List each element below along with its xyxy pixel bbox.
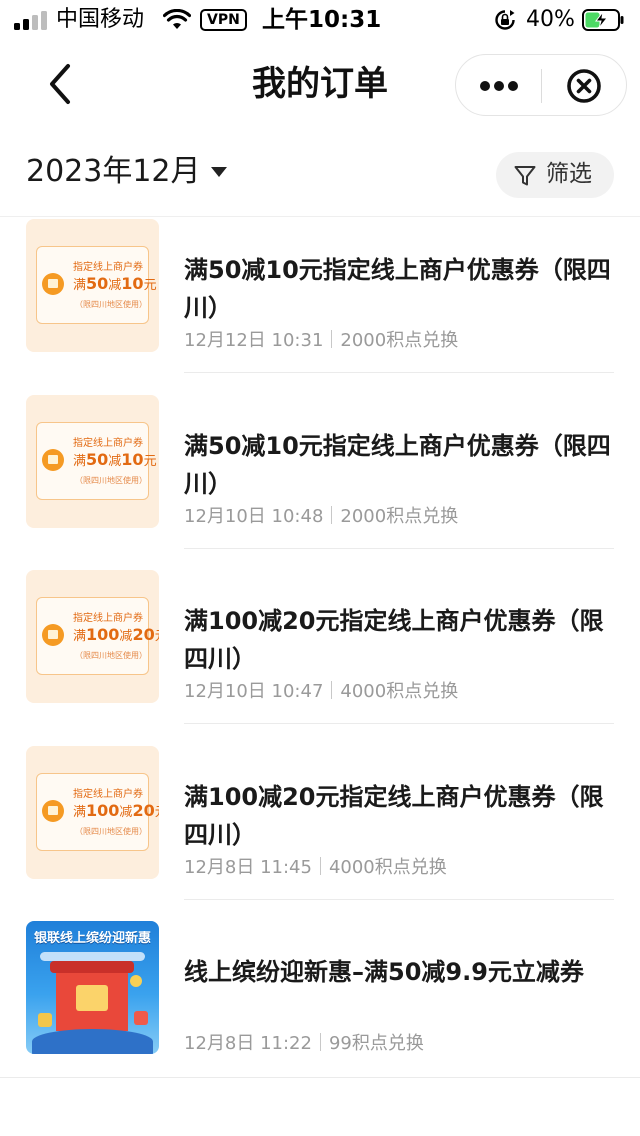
filter-button[interactable]: 筛选 [496,152,614,198]
filter-row: 2023年12月 筛选 [0,140,640,204]
order-item[interactable]: 指定线上商户券 满100减20元 （限四川地区使用） 满100减20元指定线上商… [0,570,640,746]
coupon-card: 指定线上商户券 满50减10元 （限四川地区使用） [36,422,157,500]
back-button[interactable] [40,60,80,108]
order-title: 满50减10元指定线上商户优惠券（限四川） [184,256,611,322]
nav-bar: 我的订单 [0,40,640,130]
divider [184,899,614,900]
close-button[interactable] [542,55,628,115]
order-title: 线上缤纷迎新惠–满50减9.9元立减券 [184,958,584,986]
battery-percent: 40% [526,7,575,32]
cellular-signal-icon [14,10,48,30]
status-time: 上午10:31 [262,7,382,33]
divider [184,372,614,373]
gift-box-icon [42,273,64,295]
order-date: 12月8日 11:45 [184,857,312,878]
divider [184,723,614,724]
caret-down-icon [210,167,227,177]
gift-box-icon [42,800,64,822]
coupon-region: （限四川地区使用） [75,827,147,836]
coupon-thumbnail: 指定线上商户券 满100减20元 （限四川地区使用） [26,746,159,879]
coupon-amount: 满100减20元 [73,801,159,821]
order-title: 满100减20元指定线上商户优惠券（限四川） [184,607,604,673]
order-date: 12月8日 11:22 [184,1033,312,1054]
gift-box-icon [38,1013,52,1027]
coupon-card: 指定线上商户券 满100减20元 （限四川地区使用） [36,597,159,675]
order-item[interactable]: 指定线上商户券 满50减10元 （限四川地区使用） 满50减10元指定线上商户优… [0,219,640,395]
coin-icon [130,975,142,987]
order-points: 2000积点兑换 [340,330,459,351]
coupon-card: 指定线上商户券 满50减10元 （限四川地区使用） [36,246,157,324]
order-meta: 12月10日 10:47 4000积点兑换 [184,679,458,705]
order-title: 满100减20元指定线上商户优惠券（限四川） [184,783,604,849]
coupon-amount: 满50减10元 [73,450,157,470]
gift-box-icon [42,449,64,471]
coupon-thumbnail: 指定线上商户券 满100减20元 （限四川地区使用） [26,570,159,703]
more-button[interactable] [456,55,542,115]
divider [184,548,614,549]
order-points: 99积点兑换 [328,1033,424,1054]
coupon-region: （限四川地区使用） [75,300,147,309]
gift-box-icon [134,1011,148,1025]
order-meta: 12月8日 11:45 4000积点兑换 [184,855,447,881]
order-title: 满50减10元指定线上商户优惠券（限四川） [184,432,611,498]
coupon-card: 指定线上商户券 满100减20元 （限四川地区使用） [36,773,159,851]
divider [0,216,640,217]
month-selector[interactable]: 2023年12月 [26,148,227,196]
banner-stage [32,1029,153,1054]
order-date: 12月12日 10:31 [184,330,324,351]
order-meta: 12月10日 10:48 2000积点兑换 [184,504,458,530]
order-date: 12月10日 10:48 [184,506,324,527]
funnel-icon [514,166,536,186]
order-points: 2000积点兑换 [340,506,459,527]
order-item[interactable]: 指定线上商户券 满100减20元 （限四川地区使用） 满100减20元指定线上商… [0,746,640,922]
promo-banner-thumbnail: 银联线上缤纷迎新惠 [26,921,159,1054]
order-points: 4000积点兑换 [340,681,459,702]
coupon-region: （限四川地区使用） [75,651,147,660]
divider [0,1077,640,1078]
order-date: 12月10日 10:47 [184,681,324,702]
vpn-badge: VPN [200,9,247,31]
chevron-left-icon [50,64,70,104]
month-label: 2023年12月 [26,154,201,189]
mini-program-capsule [455,54,627,116]
battery-charging-icon [582,9,624,31]
coupon-label: 指定线上商户券 [73,438,143,449]
gift-box-icon [42,624,64,646]
orientation-lock-icon [495,10,515,30]
close-circle-icon [567,69,601,103]
coupon-thumbnail: 指定线上商户券 满50减10元 （限四川地区使用） [26,395,159,528]
filter-label: 筛选 [546,161,592,187]
order-points: 4000积点兑换 [328,857,447,878]
order-meta: 12月8日 11:22 99积点兑换 [184,1031,424,1057]
storefront-illustration [50,961,134,1031]
coupon-label: 指定线上商户券 [73,789,143,800]
wifi-icon [163,9,191,29]
coupon-amount: 满100减20元 [73,625,159,645]
coupon-region: （限四川地区使用） [75,476,147,485]
carrier-name: 中国移动 [56,7,145,32]
order-meta: 12月12日 10:31 2000积点兑换 [184,328,458,354]
order-item[interactable]: 银联线上缤纷迎新惠 线上缤纷迎新惠–满50减9.9元立减券 12月8日 11:2… [0,921,640,1097]
coupon-label: 指定线上商户券 [73,262,143,273]
banner-subtitle-bar [40,952,145,961]
coupon-amount: 满50减10元 [73,274,157,294]
coupon-label: 指定线上商户券 [73,613,143,624]
coupon-thumbnail: 指定线上商户券 满50减10元 （限四川地区使用） [26,219,159,352]
banner-title: 银联线上缤纷迎新惠 [34,931,151,946]
order-item[interactable]: 指定线上商户券 满50减10元 （限四川地区使用） 满50减10元指定线上商户优… [0,395,640,571]
status-bar: 中国移动 VPN 上午10:31 40% [0,0,640,40]
